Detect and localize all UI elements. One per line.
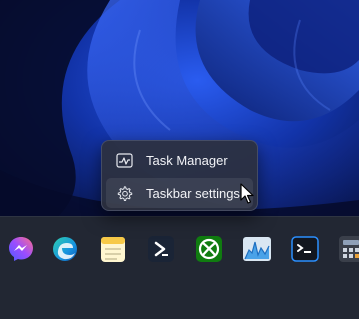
- xbox-icon[interactable]: [192, 232, 226, 266]
- mouse-cursor-icon: [240, 183, 254, 205]
- task-manager-icon: [116, 152, 133, 169]
- calculator-icon[interactable]: [334, 232, 359, 266]
- messenger-icon[interactable]: [4, 232, 38, 266]
- powershell-icon[interactable]: [144, 232, 178, 266]
- menu-item-label: Taskbar settings: [146, 185, 240, 201]
- menu-item-taskbar-settings[interactable]: Taskbar settings: [106, 178, 253, 208]
- menu-item-label: Task Manager: [146, 152, 228, 168]
- terminal-icon[interactable]: [288, 232, 322, 266]
- taskbar-context-menu: Task Manager Taskbar settings: [101, 140, 258, 211]
- taskbar: [0, 216, 359, 319]
- desktop: Task Manager Taskbar settings: [0, 0, 359, 319]
- menu-item-task-manager[interactable]: Task Manager: [106, 145, 253, 175]
- monitor-chart-icon[interactable]: [240, 232, 274, 266]
- taskbar-app-list: [0, 225, 359, 273]
- notepad-icon[interactable]: [96, 232, 130, 266]
- gear-icon: [116, 185, 133, 202]
- edge-icon[interactable]: [48, 232, 82, 266]
